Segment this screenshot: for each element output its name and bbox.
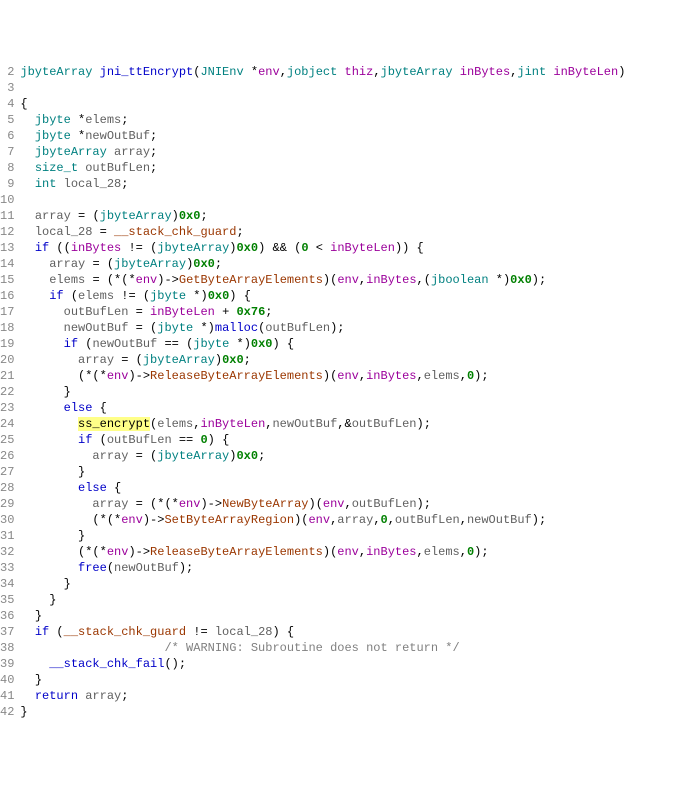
code-line[interactable] [20, 192, 675, 208]
line-number: 29 [0, 496, 14, 512]
line-number: 20 [0, 352, 14, 368]
line-number: 41 [0, 688, 14, 704]
code-editor: 2345678910111213141516171819202122232425… [0, 64, 675, 720]
code-line[interactable]: } [20, 464, 675, 480]
line-number: 22 [0, 384, 14, 400]
line-number: 6 [0, 128, 14, 144]
code-area[interactable]: jbyteArray jni_ttEncrypt(JNIEnv *env,job… [20, 64, 675, 720]
line-number: 4 [0, 96, 14, 112]
code-line[interactable]: if (__stack_chk_guard != local_28) { [20, 624, 675, 640]
code-line[interactable] [20, 80, 675, 96]
code-line[interactable]: array = (jbyteArray)0x0; [20, 448, 675, 464]
code-line[interactable]: local_28 = __stack_chk_guard; [20, 224, 675, 240]
code-line[interactable]: array = (jbyteArray)0x0; [20, 208, 675, 224]
code-line[interactable]: (*(*env)->ReleaseByteArrayElements)(env,… [20, 368, 675, 384]
code-line[interactable]: jbyte *newOutBuf; [20, 128, 675, 144]
line-number: 11 [0, 208, 14, 224]
line-number: 27 [0, 464, 14, 480]
line-number: 3 [0, 80, 14, 96]
line-number: 31 [0, 528, 14, 544]
line-number: 24 [0, 416, 14, 432]
code-line[interactable]: else { [20, 400, 675, 416]
line-number: 25 [0, 432, 14, 448]
line-number: 30 [0, 512, 14, 528]
line-number: 39 [0, 656, 14, 672]
line-number: 14 [0, 256, 14, 272]
code-line[interactable]: outBufLen = inByteLen + 0x76; [20, 304, 675, 320]
line-number: 21 [0, 368, 14, 384]
line-number: 40 [0, 672, 14, 688]
line-number: 23 [0, 400, 14, 416]
line-number: 28 [0, 480, 14, 496]
code-line[interactable]: } [20, 384, 675, 400]
code-line[interactable]: else { [20, 480, 675, 496]
code-line[interactable]: } [20, 528, 675, 544]
code-line[interactable]: size_t outBufLen; [20, 160, 675, 176]
code-line[interactable]: if (elems != (jbyte *)0x0) { [20, 288, 675, 304]
code-line[interactable]: free(newOutBuf); [20, 560, 675, 576]
line-number: 16 [0, 288, 14, 304]
line-number: 13 [0, 240, 14, 256]
line-number: 15 [0, 272, 14, 288]
line-number: 35 [0, 592, 14, 608]
line-number: 42 [0, 704, 14, 720]
code-line[interactable]: jbyte *elems; [20, 112, 675, 128]
line-number: 10 [0, 192, 14, 208]
code-line[interactable]: } [20, 592, 675, 608]
code-line[interactable]: newOutBuf = (jbyte *)malloc(outBufLen); [20, 320, 675, 336]
line-number: 37 [0, 624, 14, 640]
line-number: 8 [0, 160, 14, 176]
line-number: 7 [0, 144, 14, 160]
code-line[interactable]: array = (jbyteArray)0x0; [20, 256, 675, 272]
line-number: 34 [0, 576, 14, 592]
line-number: 5 [0, 112, 14, 128]
line-number: 32 [0, 544, 14, 560]
line-number: 19 [0, 336, 14, 352]
code-line[interactable]: (*(*env)->ReleaseByteArrayElements)(env,… [20, 544, 675, 560]
code-line[interactable]: { [20, 96, 675, 112]
code-line[interactable]: jbyteArray jni_ttEncrypt(JNIEnv *env,job… [20, 64, 675, 80]
line-number: 17 [0, 304, 14, 320]
line-number: 18 [0, 320, 14, 336]
code-line[interactable]: int local_28; [20, 176, 675, 192]
code-line[interactable]: } [20, 576, 675, 592]
code-line[interactable]: } [20, 608, 675, 624]
code-line[interactable]: if (newOutBuf == (jbyte *)0x0) { [20, 336, 675, 352]
line-number: 2 [0, 64, 14, 80]
line-number: 26 [0, 448, 14, 464]
code-line[interactable]: array = (*(*env)->NewByteArray)(env,outB… [20, 496, 675, 512]
code-line[interactable]: (*(*env)->SetByteArrayRegion)(env,array,… [20, 512, 675, 528]
line-number: 33 [0, 560, 14, 576]
code-line[interactable]: elems = (*(*env)->GetByteArrayElements)(… [20, 272, 675, 288]
line-number: 36 [0, 608, 14, 624]
code-line[interactable]: array = (jbyteArray)0x0; [20, 352, 675, 368]
code-line[interactable]: } [20, 704, 675, 720]
code-line[interactable]: if (outBufLen == 0) { [20, 432, 675, 448]
line-number-gutter: 2345678910111213141516171819202122232425… [0, 64, 20, 720]
code-line[interactable]: jbyteArray array; [20, 144, 675, 160]
code-line[interactable]: if ((inBytes != (jbyteArray)0x0) && (0 <… [20, 240, 675, 256]
code-line[interactable]: __stack_chk_fail(); [20, 656, 675, 672]
code-line[interactable]: } [20, 672, 675, 688]
line-number: 9 [0, 176, 14, 192]
line-number: 12 [0, 224, 14, 240]
code-line[interactable]: return array; [20, 688, 675, 704]
code-line[interactable]: ss_encrypt(elems,inByteLen,newOutBuf,&ou… [20, 416, 675, 432]
